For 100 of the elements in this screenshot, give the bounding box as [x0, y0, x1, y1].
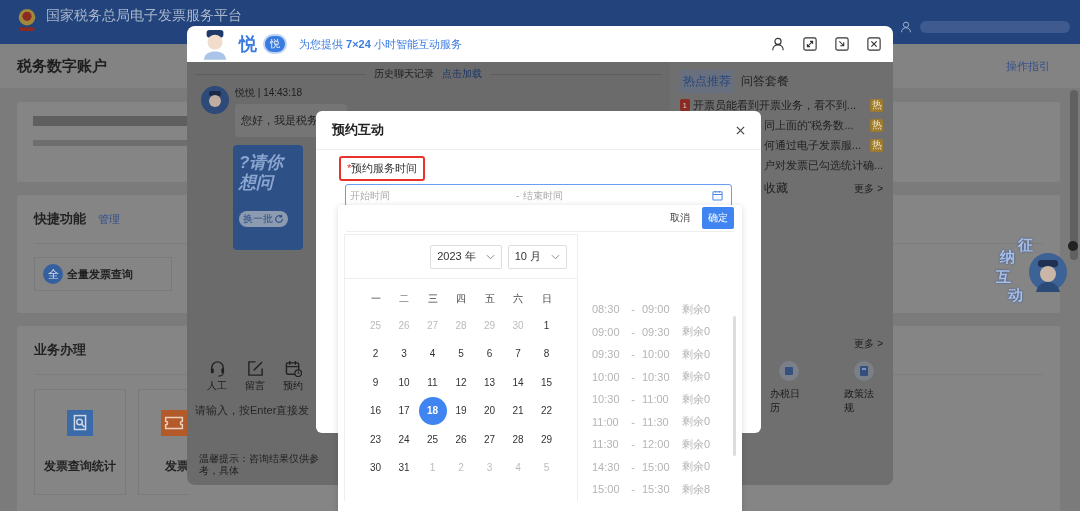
- calendar-day[interactable]: 23: [361, 425, 390, 454]
- calendar-day[interactable]: 4: [503, 453, 533, 482]
- calendar-day[interactable]: 12: [446, 368, 476, 397]
- tool-button[interactable]: 人工: [207, 360, 227, 393]
- expand-icon[interactable]: [803, 37, 817, 51]
- scrollbar[interactable]: [733, 316, 736, 456]
- assistant-badge[interactable]: 征 纳 互 动: [990, 236, 1070, 308]
- hot-question-link[interactable]: 户对发票已勾选统计确...: [763, 157, 883, 173]
- business-label: 发票查询统计: [44, 457, 116, 475]
- service-shortcut[interactable]: 政策法规: [844, 361, 883, 415]
- calendar-day[interactable]: 28: [503, 425, 533, 454]
- calendar-day[interactable]: 2: [361, 339, 390, 368]
- calendar-day[interactable]: 9: [361, 368, 390, 397]
- calendar-day[interactable]: 21: [503, 396, 533, 425]
- weekday-label: 日: [540, 292, 553, 306]
- manage-link[interactable]: 管理: [98, 211, 120, 227]
- hot-badge: 热: [870, 118, 883, 132]
- calendar-day[interactable]: 30: [503, 311, 533, 340]
- weekday-label: 二: [398, 292, 410, 306]
- calendar-day[interactable]: 16: [361, 396, 390, 425]
- weekday-label: 四: [455, 292, 467, 306]
- search-icon: [67, 409, 93, 436]
- cancel-button[interactable]: 取消: [670, 211, 690, 225]
- rank-badge: 1: [679, 99, 690, 111]
- minimize-icon[interactable]: [835, 37, 849, 51]
- calendar-day[interactable]: 26: [389, 311, 419, 340]
- calendar-day[interactable]: 6: [475, 339, 504, 368]
- calendar-day[interactable]: 25: [361, 311, 390, 340]
- chevron-down-icon: [485, 253, 495, 260]
- weekday-label: 一: [369, 292, 382, 306]
- calendar-day[interactable]: 3: [389, 339, 419, 368]
- calendar-icon: [712, 190, 723, 201]
- close-icon[interactable]: [867, 37, 881, 51]
- message-input[interactable]: 请输入，按Enter直接发: [195, 393, 310, 453]
- section-title: 业务办理: [34, 341, 86, 359]
- tool-button[interactable]: 预约: [283, 360, 303, 393]
- calendar-day[interactable]: 18: [418, 396, 447, 425]
- badge-character: 纳: [1000, 248, 1015, 267]
- calendar-day[interactable]: 17: [389, 396, 419, 425]
- calendar-day[interactable]: 20: [475, 396, 504, 425]
- calendar-day[interactable]: 27: [418, 311, 447, 340]
- calendar-day[interactable]: 24: [389, 425, 419, 454]
- calendar-day[interactable]: 7: [503, 339, 533, 368]
- badge-character: 互: [996, 268, 1011, 287]
- calendar-day[interactable]: 27: [475, 425, 504, 454]
- tool-button[interactable]: 留言: [245, 360, 265, 393]
- business-tile[interactable]: 发票查询统计: [34, 389, 126, 495]
- calendar-day[interactable]: 19: [446, 396, 476, 425]
- chevron-down-icon: [551, 253, 560, 260]
- calendar-day[interactable]: 8: [532, 339, 561, 368]
- calendar-day[interactable]: 1: [418, 453, 447, 482]
- field-label: *预约服务时间: [339, 156, 426, 181]
- load-history-link[interactable]: 点击加载: [442, 67, 483, 81]
- calendar-day[interactable]: 5: [446, 339, 476, 368]
- favorites-title: 收藏: [763, 180, 789, 197]
- more-link[interactable]: 更多 >: [854, 181, 883, 196]
- hot-question-link[interactable]: 开票员能看到开票业务，看不到...: [692, 97, 856, 113]
- sender-label: 悦悦 | 14:43:18: [235, 86, 304, 100]
- calendar-day[interactable]: 1: [532, 311, 561, 340]
- refresh-button[interactable]: 换一批: [239, 211, 288, 227]
- calendar-day[interactable]: 5: [532, 453, 561, 482]
- calendar-day[interactable]: 26: [446, 425, 476, 454]
- collapse-icon[interactable]: [1068, 241, 1078, 251]
- brand-title: 悦: [239, 33, 257, 56]
- calendar-day[interactable]: 31: [389, 453, 419, 482]
- calendar-day[interactable]: 30: [361, 453, 390, 482]
- guide-link[interactable]: 操作指引: [1006, 58, 1050, 74]
- calendar-day[interactable]: 29: [475, 311, 504, 340]
- calendar-day[interactable]: 2: [446, 453, 476, 482]
- officer-avatar-icon: [201, 86, 229, 114]
- hot-question-link[interactable]: 同上面的“税务数...: [763, 117, 854, 133]
- shortcut-tile[interactable]: 全 全量发票查询: [34, 257, 172, 291]
- calendar-day[interactable]: 28: [446, 311, 476, 340]
- calendar-day[interactable]: 3: [475, 453, 504, 482]
- headset-icon: [208, 360, 226, 377]
- calendar-day[interactable]: 11: [418, 368, 447, 397]
- close-icon[interactable]: [736, 125, 745, 135]
- weekday-label: 六: [512, 292, 524, 306]
- calendar-day[interactable]: 4: [418, 339, 447, 368]
- more-link[interactable]: 更多 >: [854, 337, 883, 351]
- section-title: 快捷功能: [34, 210, 86, 228]
- badge-character: 动: [1008, 286, 1023, 305]
- calendar-day[interactable]: 29: [532, 425, 561, 454]
- calendar-day[interactable]: 10: [389, 368, 419, 397]
- month-select[interactable]: 10 月: [507, 244, 567, 269]
- calendar-day[interactable]: 13: [475, 368, 504, 397]
- officer-figure-icon: [1028, 252, 1068, 292]
- hot-question-link[interactable]: 何通过电子发票服...: [763, 137, 861, 153]
- year-select[interactable]: 2023 年: [430, 244, 502, 269]
- calendar-day[interactable]: 22: [532, 396, 561, 425]
- calendar-day[interactable]: 25: [418, 425, 447, 454]
- scrollbar[interactable]: [1070, 90, 1078, 260]
- officer-avatar-icon: [201, 28, 229, 60]
- calendar-day[interactable]: 15: [532, 368, 561, 397]
- service-shortcut[interactable]: 办税日历: [769, 361, 809, 415]
- side-tab[interactable]: 问答套餐: [737, 70, 792, 93]
- calendar-day[interactable]: 14: [503, 368, 533, 397]
- calendar-clock-icon: [284, 360, 302, 377]
- confirm-button[interactable]: 确定: [702, 207, 734, 229]
- user-icon[interactable]: [771, 37, 785, 51]
